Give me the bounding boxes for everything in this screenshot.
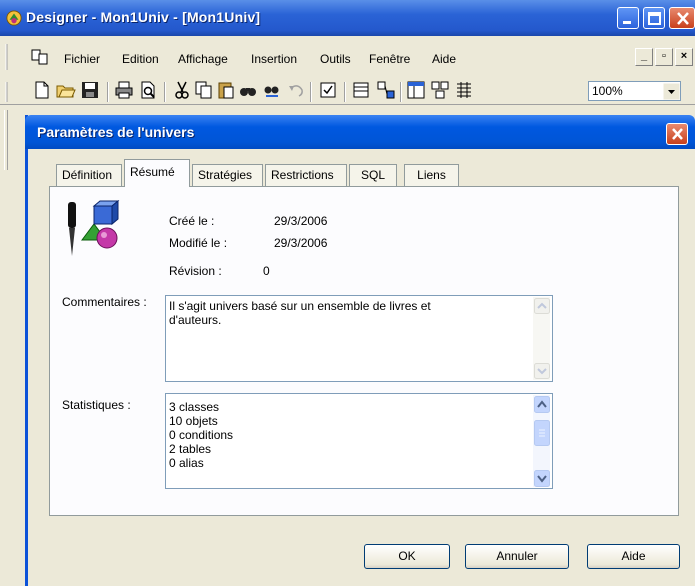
menubar-grip-icon [5,44,8,70]
minimize-button[interactable] [617,7,639,29]
comments-line: d'auteurs. [169,313,222,327]
minimize-icon [623,21,631,24]
print-icon[interactable] [114,80,134,100]
modified-value: 29/3/2006 [274,236,328,250]
toolbar-border [0,104,695,105]
menu-affichage[interactable]: Affichage [178,52,228,66]
toolbar-grip-icon [5,82,8,102]
scroll-up-icon[interactable] [534,396,550,413]
open-folder-icon[interactable] [56,80,76,100]
mdi-restore-icon[interactable]: ▫ [655,48,673,66]
mdi-close-icon[interactable]: × [675,48,693,66]
close-icon [677,12,689,25]
document-menu-icon[interactable] [30,48,50,66]
maximize-icon [648,12,661,25]
cancel-button[interactable]: Annuler [465,544,569,569]
chevron-down-icon[interactable] [663,83,680,100]
table-browser-icon[interactable] [406,80,426,100]
tab-liens[interactable]: Liens [404,164,459,186]
stats-label: Statistiques : [62,398,131,412]
revision-value: 0 [263,264,270,278]
find-icon[interactable] [238,80,258,100]
save-icon[interactable] [80,80,100,100]
new-document-icon[interactable] [32,80,52,100]
toolbar-separator [400,82,402,102]
revision-label: Révision : [169,264,222,278]
close-button[interactable] [669,7,695,29]
scroll-up-icon[interactable] [534,298,550,314]
app-icon [6,10,22,26]
joins-icon[interactable] [376,80,396,100]
comments-line: Il s'agit univers basé sur un ensemble d… [169,299,431,313]
window-title: Designer - Mon1Univ - [Mon1Univ] [26,9,261,25]
scroll-thumb[interactable] [534,420,550,446]
dialog-title: Paramètres de l'univers [37,124,195,140]
created-value: 29/3/2006 [274,214,328,228]
created-label: Créé le : [169,214,215,228]
menu-fichier[interactable]: Fichier [64,52,100,66]
tab-restrictions[interactable]: Restrictions [265,164,347,186]
stats-line: 0 conditions [169,428,234,442]
undo-icon[interactable] [286,80,306,100]
help-button[interactable]: Aide [587,544,680,569]
tab-sql[interactable]: SQL [349,164,397,186]
left-grip [4,110,8,170]
tab-definition[interactable]: Définition [56,164,122,186]
menu-insertion[interactable]: Insertion [251,52,297,66]
stats-line: 2 tables [169,442,212,456]
close-icon [672,128,683,140]
arrange-tables-icon[interactable] [430,80,450,100]
dialog-close-button[interactable] [666,123,688,145]
stats-line: 10 objets [169,414,218,428]
list-mode-icon[interactable] [454,80,474,100]
menu-edition[interactable]: Edition [122,52,159,66]
maximize-button[interactable] [643,7,665,29]
menu-aide[interactable]: Aide [432,52,456,66]
mdi-minimize-icon[interactable]: _ [635,48,653,66]
scroll-down-icon[interactable] [534,470,550,487]
tab-strategies[interactable]: Stratégies [192,164,263,186]
paste-icon[interactable] [216,80,236,100]
universe-icon [68,200,120,256]
ok-button[interactable]: OK [364,544,450,569]
tables-icon[interactable] [352,80,372,100]
stats-line: 3 classes [169,400,220,414]
menu-fenetre[interactable]: Fenêtre [369,52,410,66]
zoom-value: 100% [592,84,623,98]
scroll-down-icon[interactable] [534,363,550,379]
find-next-icon[interactable] [262,80,282,100]
toolbar-separator [310,82,312,102]
mdi-controls: _ ▫ × [630,48,695,68]
print-preview-icon[interactable] [138,80,158,100]
toolbar-separator [164,82,166,102]
cut-icon[interactable] [172,80,192,100]
check-integrity-icon[interactable] [318,80,338,100]
comments-label: Commentaires : [62,295,147,309]
toolbar-separator [344,82,346,102]
modified-label: Modifié le : [169,236,228,250]
toolbar-separator [107,82,109,102]
menu-outils[interactable]: Outils [320,52,351,66]
copy-icon[interactable] [194,80,214,100]
tab-resume[interactable]: Résumé [124,159,190,187]
stats-line: 0 alias [169,456,204,470]
